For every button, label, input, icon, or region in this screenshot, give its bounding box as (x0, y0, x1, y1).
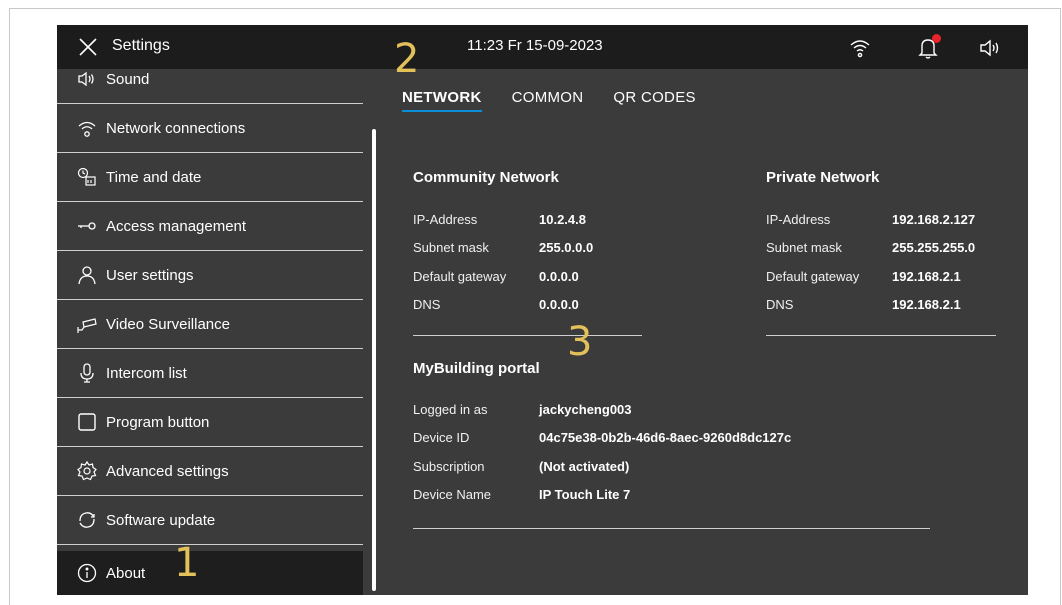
refresh-icon (76, 509, 98, 531)
portal-subscription-value: (Not activated) (539, 459, 630, 474)
sidebar-item-label: Access management (106, 217, 247, 235)
sidebar-item-intercom-list[interactable]: Intercom list (57, 349, 363, 398)
sidebar-item-label: About (106, 564, 146, 582)
sidebar-item-network-connections[interactable]: Network connections (57, 104, 363, 153)
user-icon (76, 264, 98, 286)
portal-divider (413, 528, 930, 529)
sidebar-item-user-settings[interactable]: User settings (57, 251, 363, 300)
page-title: Settings (112, 37, 170, 54)
community-network-title: Community Network (413, 169, 559, 186)
sidebar-item-time-and-date[interactable]: Time and date (57, 153, 363, 202)
portal-subscription-label: Subscription (413, 459, 485, 474)
private-subnet-label: Subnet mask (766, 240, 842, 255)
sidebar-item-label: User settings (106, 266, 194, 284)
portal-device-id-label: Device ID (413, 430, 470, 445)
portal-logged-label: Logged in as (413, 402, 488, 417)
sidebar-item-advanced-settings[interactable]: Advanced settings (57, 447, 363, 496)
private-dns-label: DNS (766, 297, 794, 312)
sidebar-item-label: Advanced settings (106, 462, 229, 480)
clock-calendar-icon (76, 166, 98, 188)
community-gateway-label: Default gateway (413, 269, 507, 284)
private-ip-label: IP-Address (766, 212, 831, 227)
portal-device-id-value: 04c75e38-0b2b-46d6-8aec-9260d8dc127c (539, 430, 792, 445)
speaker-icon[interactable] (977, 35, 1003, 61)
community-gateway-value: 0.0.0.0 (539, 269, 579, 284)
sidebar-item-sound[interactable]: Sound (57, 55, 363, 104)
community-subnet-label: Subnet mask (413, 240, 489, 255)
info-icon (76, 562, 98, 584)
sidebar-item-label: Intercom list (106, 364, 187, 382)
community-ip-label: IP-Address (413, 212, 478, 227)
tab-bar: NETWORK COMMON QR CODES (402, 89, 696, 112)
sidebar-item-label: Program button (106, 413, 210, 431)
private-gateway-label: Default gateway (766, 269, 860, 284)
portal-device-name-label: Device Name (413, 487, 492, 502)
device-screen: Settings 11:23 Fr 15-09-2023 Sound Netwo… (57, 25, 1028, 595)
private-divider (766, 335, 996, 336)
settings-sidebar: Sound Network connections Time and date … (57, 69, 363, 595)
portal-device-name-value: IP Touch Lite 7 (539, 487, 631, 502)
private-subnet-value: 255.255.255.0 (892, 240, 976, 255)
sidebar-item-label: Video Surveillance (106, 315, 230, 333)
annotation-marker-1: 1 (174, 540, 200, 586)
wifi-icon (76, 117, 98, 139)
community-dns-value: 0.0.0.0 (539, 297, 579, 312)
private-network-title: Private Network (766, 169, 880, 186)
tab-network[interactable]: NETWORK (402, 89, 482, 112)
sidebar-item-label: Software update (106, 511, 216, 529)
notification-badge (932, 34, 941, 43)
portal-logged-value: jackycheng003 (539, 402, 632, 417)
gear-icon (76, 460, 98, 482)
sidebar-item-label: Network connections (106, 119, 246, 137)
speaker-icon (76, 68, 98, 90)
clock-date: 11:23 Fr 15-09-2023 (467, 37, 603, 54)
key-icon (76, 215, 98, 237)
sidebar-item-label: Sound (106, 70, 150, 88)
annotation-marker-2: 2 (394, 36, 420, 82)
community-divider (413, 335, 642, 336)
community-ip-value: 10.2.4.8 (539, 212, 586, 227)
private-gateway-value: 192.168.2.1 (892, 269, 961, 284)
annotation-marker-3: 3 (567, 319, 593, 365)
sidebar-item-label: Time and date (106, 168, 202, 186)
sidebar-scrollbar[interactable] (372, 129, 376, 591)
about-content: NETWORK COMMON QR CODES Community Networ… (382, 69, 1028, 595)
private-ip-value: 192.168.2.127 (892, 212, 976, 227)
sidebar-item-program-button[interactable]: Program button (57, 398, 363, 447)
tab-qr-codes[interactable]: QR CODES (613, 89, 695, 112)
sidebar-item-access-management[interactable]: Access management (57, 202, 363, 251)
community-dns-label: DNS (413, 297, 441, 312)
wifi-icon[interactable] (847, 35, 873, 61)
sidebar-item-video-surveillance[interactable]: Video Surveillance (57, 300, 363, 349)
portal-title: MyBuilding portal (413, 360, 540, 377)
square-icon (76, 411, 98, 433)
community-subnet-value: 255.0.0.0 (539, 240, 594, 255)
microphone-icon (76, 362, 98, 384)
private-dns-value: 192.168.2.1 (892, 297, 961, 312)
sidebar-item-software-update[interactable]: Software update (57, 496, 363, 545)
camera-icon (76, 313, 98, 335)
tab-common[interactable]: COMMON (512, 89, 584, 112)
sidebar-item-about[interactable]: About (57, 551, 363, 595)
